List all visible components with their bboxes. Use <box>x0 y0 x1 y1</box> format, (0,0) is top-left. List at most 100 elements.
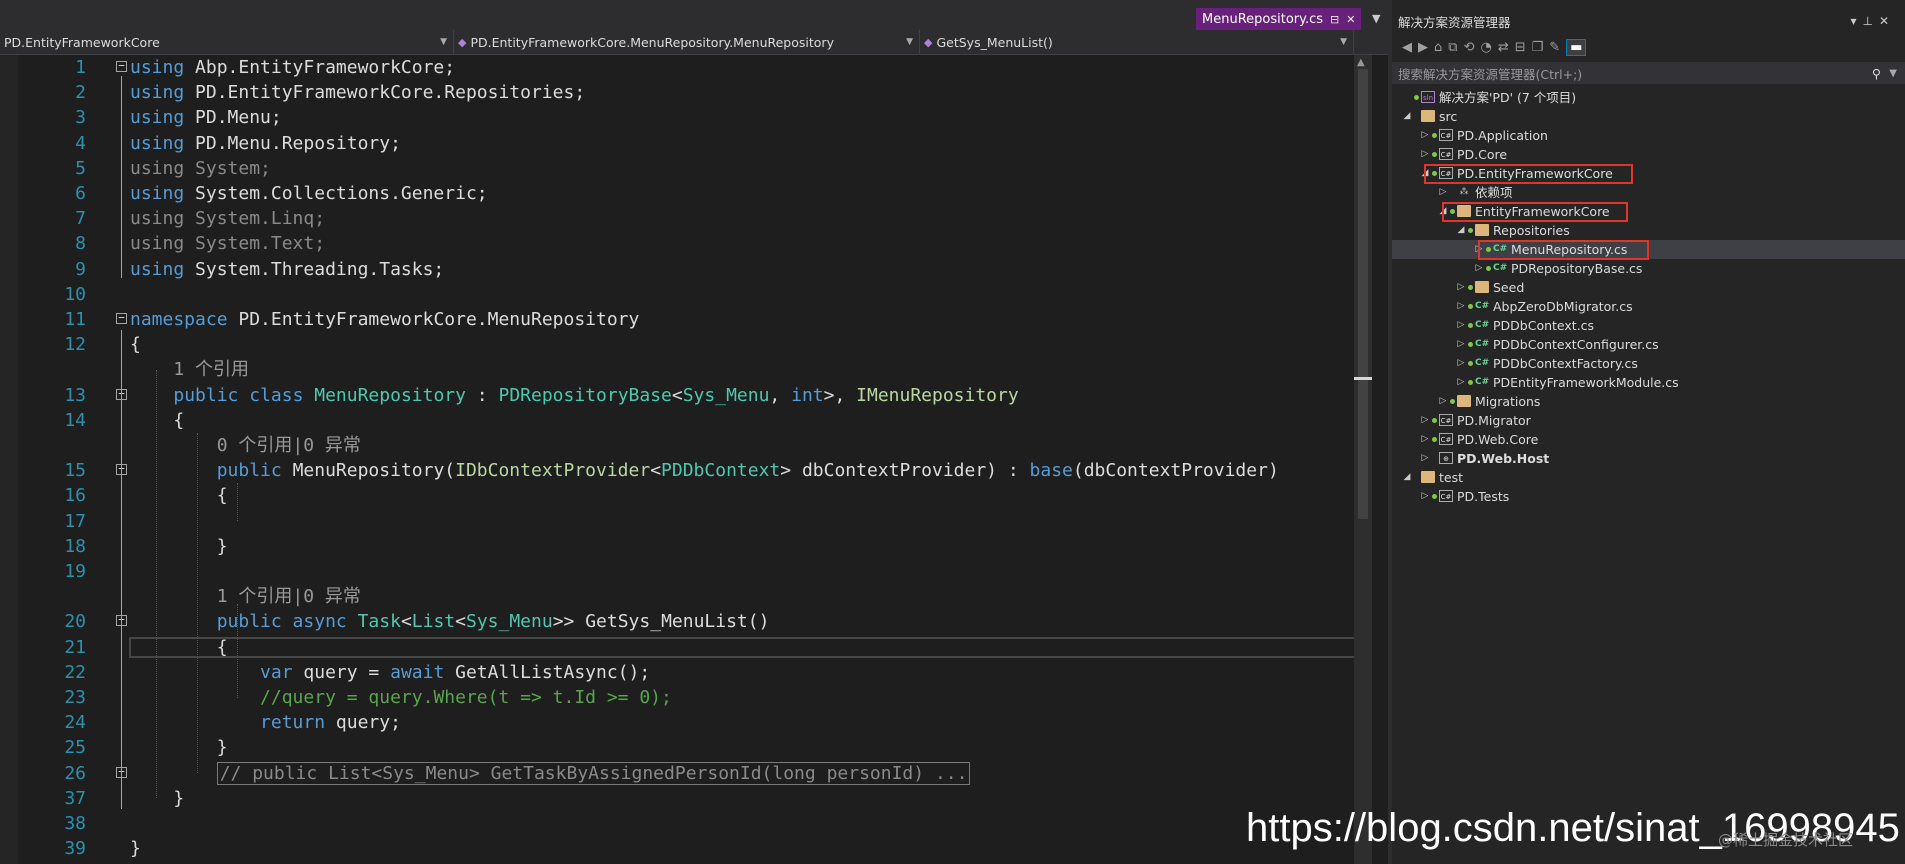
tree-item[interactable]: ▷ ⁂ 依赖项 <box>1392 183 1905 202</box>
code-line[interactable]: 20− public async Task<List<Sys_Menu>> Ge… <box>18 609 1354 634</box>
collapse-arrow-icon[interactable]: ◢ <box>1456 221 1466 240</box>
code-line[interactable]: 12 { <box>18 332 1354 357</box>
tree-item[interactable]: ▷ Seed <box>1392 278 1905 297</box>
code-line[interactable]: 7 using System.Linq; <box>18 206 1354 231</box>
collapse-arrow-icon[interactable]: ◢ <box>1402 107 1412 126</box>
code-line[interactable]: 1 − using Abp.EntityFrameworkCore; <box>18 55 1354 80</box>
back-icon[interactable]: ◀ <box>1402 40 1412 55</box>
tree-item[interactable]: sln 解决方案'PD' (7 个项目) <box>1392 88 1905 107</box>
tree-item[interactable]: ▷ C# PD.Application <box>1392 126 1905 145</box>
scrollbar-thumb[interactable] <box>1358 69 1368 519</box>
code-line[interactable]: 15− public MenuRepository(IDbContextProv… <box>18 458 1354 483</box>
code-line[interactable]: 24 return query; <box>18 710 1354 735</box>
expand-arrow-icon[interactable]: ▷ <box>1456 354 1466 373</box>
code-line[interactable]: 14 { <box>18 408 1354 433</box>
pin-icon[interactable]: ⊥ <box>1862 14 1878 28</box>
collapse-region-icon[interactable]: − <box>116 60 127 72</box>
expand-arrow-icon[interactable]: ▷ <box>1420 145 1430 164</box>
tree-item[interactable]: ▷ C# PDDbContextConfigurer.cs <box>1392 335 1905 354</box>
code-line[interactable]: 18 } <box>18 534 1354 559</box>
home-icon[interactable]: ⌂ <box>1434 40 1442 55</box>
close-icon[interactable]: ✕ <box>1346 13 1355 26</box>
navigation-bar: PD.EntityFrameworkCore ▼ ◆ PD.EntityFram… <box>0 30 1388 55</box>
tree-item[interactable]: ▷ C# PD.Core <box>1392 145 1905 164</box>
expand-arrow-icon[interactable]: ▷ <box>1420 487 1430 506</box>
solution-search-input[interactable]: 搜索解决方案资源管理器(Ctrl+;) ⚲ ▼ <box>1392 62 1905 84</box>
collapsed-region[interactable]: // public List<Sys_Menu> GetTaskByAssign… <box>216 761 971 785</box>
vertical-scrollbar[interactable]: ▲ <box>1354 55 1372 864</box>
code-editor[interactable]: MenuRepository.cs ⊟ ✕ ▼ PD.EntityFramewo… <box>0 0 1388 864</box>
expand-arrow-icon[interactable]: ▷ <box>1474 259 1484 278</box>
tree-item[interactable]: ▷ Migrations <box>1392 392 1905 411</box>
forward-icon[interactable]: ▶ <box>1418 40 1428 55</box>
close-icon[interactable]: ✕ <box>1879 14 1895 28</box>
code-line[interactable]: 19 <box>18 559 1354 584</box>
expand-arrow-icon[interactable]: ▷ <box>1420 411 1430 430</box>
expand-arrow-icon[interactable]: ▷ <box>1438 183 1448 202</box>
expand-arrow-icon[interactable]: ▷ <box>1456 373 1466 392</box>
sync-icon[interactable]: ⇄ <box>1498 40 1509 55</box>
show-all-files-icon[interactable]: ❐ <box>1532 40 1544 55</box>
tree-item-label: 依赖项 <box>1475 185 1513 200</box>
tree-item[interactable]: ▷ C# PDDbContext.cs <box>1392 316 1905 335</box>
tree-item[interactable]: ◢ test <box>1392 468 1905 487</box>
pending-changes-icon[interactable]: ⟲ <box>1464 40 1475 55</box>
tree-item[interactable]: ▷ C# AbpZeroDbMigrator.cs <box>1392 297 1905 316</box>
tab-list-dropdown-icon[interactable]: ▼ <box>1372 12 1380 25</box>
code-line[interactable]: 16 { <box>18 483 1354 508</box>
history-icon[interactable]: ◔ <box>1480 40 1491 55</box>
code-line[interactable]: 38 <box>18 811 1354 836</box>
tree-item[interactable]: ◢ src <box>1392 107 1905 126</box>
search-options-icon[interactable]: ▼ <box>1889 68 1897 79</box>
code-line[interactable]: 10 <box>18 282 1354 307</box>
tree-item[interactable]: ▷ ⊕ PD.Web.Host <box>1392 449 1905 468</box>
expand-arrow-icon[interactable]: ▷ <box>1456 278 1466 297</box>
expand-arrow-icon[interactable]: ▷ <box>1420 449 1430 468</box>
collapse-arrow-icon[interactable]: ◢ <box>1402 468 1412 487</box>
code-line[interactable]: 13− public class MenuRepository : PDRepo… <box>18 383 1354 408</box>
type-dropdown[interactable]: ◆ PD.EntityFrameworkCore.MenuRepository.… <box>454 30 920 54</box>
code-line[interactable]: 8 using System.Text; <box>18 231 1354 256</box>
code-line[interactable]: 3 using PD.Menu; <box>18 105 1354 130</box>
code-line[interactable]: 9 using System.Threading.Tasks; <box>18 257 1354 282</box>
collapse-region-icon[interactable]: − <box>116 312 127 324</box>
code-line[interactable]: 5 using System; <box>18 156 1354 181</box>
tree-item[interactable]: ▷ C# PDRepositoryBase.cs <box>1392 259 1905 278</box>
pin-icon[interactable]: ⊟ <box>1330 13 1339 26</box>
panel-options-icon[interactable]: ▾ <box>1850 14 1862 28</box>
collapse-all-icon[interactable]: ⊟ <box>1515 40 1526 55</box>
code-line[interactable]: 17 <box>18 509 1354 534</box>
tree-item[interactable]: ◢ Repositories <box>1392 221 1905 240</box>
code-line[interactable]: 37 } <box>18 786 1354 811</box>
preview-selected-icon[interactable]: ▬ <box>1566 38 1587 56</box>
code-line[interactable]: 22 var query = await GetAllListAsync(); <box>18 660 1354 685</box>
code-line[interactable]: 23 //query = query.Where(t => t.Id >= 0)… <box>18 685 1354 710</box>
code-area[interactable]: 1− using Abp.EntityFrameworkCore; 2 using P… <box>18 55 1369 864</box>
tree-item[interactable]: ▷ C# PD.Tests <box>1392 487 1905 506</box>
code-line[interactable]: 2 using PD.EntityFrameworkCore.Repositori… <box>18 80 1354 105</box>
tree-item[interactable]: ▷ C# PD.Migrator <box>1392 411 1905 430</box>
switch-views-icon[interactable]: ⧉ <box>1448 40 1457 55</box>
code-line[interactable]: 4 using PD.Menu.Repository; <box>18 131 1354 156</box>
code-line[interactable]: 11 − namespace PD.EntityFrameworkCore.Menu… <box>18 307 1354 332</box>
tree-item[interactable]: ▷ C# PDDbContextFactory.cs <box>1392 354 1905 373</box>
code-line[interactable]: 26+ // public List<Sys_Menu> GetTaskByAs… <box>18 761 1354 786</box>
expand-arrow-icon[interactable]: ▷ <box>1456 316 1466 335</box>
properties-icon[interactable]: ✎ <box>1549 40 1560 55</box>
member-dropdown[interactable]: ◆ GetSys_MenuList() ▼ <box>920 30 1354 54</box>
code-line[interactable]: 6 using System.Collections.Generic; <box>18 181 1354 206</box>
search-icon[interactable]: ⚲ <box>1872 66 1881 81</box>
chevron-down-icon: ▼ <box>440 37 447 47</box>
scroll-up-icon[interactable]: ▲ <box>1357 57 1365 68</box>
tree-item[interactable]: ▷ C# PD.Web.Core <box>1392 430 1905 449</box>
expand-arrow-icon[interactable]: ▷ <box>1420 126 1430 145</box>
code-line[interactable]: 25 } <box>18 735 1354 760</box>
expand-arrow-icon[interactable]: ▷ <box>1420 430 1430 449</box>
expand-arrow-icon[interactable]: ▷ <box>1456 297 1466 316</box>
expand-arrow-icon[interactable]: ▷ <box>1456 335 1466 354</box>
project-dropdown[interactable]: PD.EntityFrameworkCore ▼ <box>0 30 454 54</box>
expand-arrow-icon[interactable]: ▷ <box>1438 392 1448 411</box>
document-tab-menurepository[interactable]: MenuRepository.cs ⊟ ✕ <box>1196 8 1362 30</box>
tree-item[interactable]: ▷ C# PDEntityFrameworkModule.cs <box>1392 373 1905 392</box>
code-line[interactable]: 39} <box>18 836 1354 861</box>
